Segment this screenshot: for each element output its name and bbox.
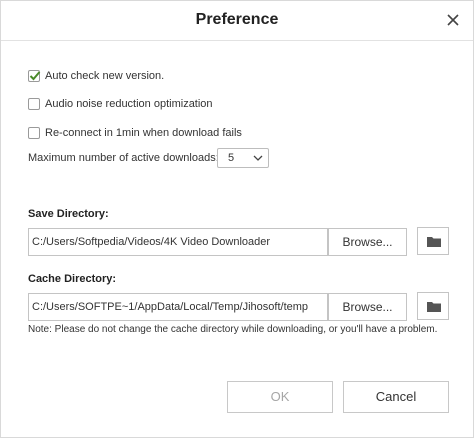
- option-auto-check[interactable]: Auto check new version.: [28, 70, 164, 82]
- ok-button[interactable]: OK: [227, 381, 333, 413]
- folder-icon: [427, 237, 441, 247]
- max-downloads-value: 5: [228, 152, 235, 164]
- cancel-button[interactable]: Cancel: [343, 381, 449, 413]
- reconnect-checkbox[interactable]: [28, 127, 40, 139]
- option-noise-reduction[interactable]: Audio noise reduction optimization: [28, 98, 213, 110]
- save-directory-input[interactable]: C:/Users/Softpedia/Videos/4K Video Downl…: [28, 228, 328, 256]
- auto-check-checkbox[interactable]: [28, 70, 41, 82]
- cache-directory-input[interactable]: C:/Users/SOFTPE~1/AppData/Local/Temp/Jih…: [28, 293, 328, 321]
- dialog-title: Preference: [195, 11, 279, 28]
- cache-note: Note: Please do not change the cache dir…: [28, 324, 438, 335]
- save-open-folder-button[interactable]: [417, 227, 449, 255]
- close-icon[interactable]: [443, 10, 463, 30]
- title-bar: Preference: [1, 1, 473, 41]
- preference-dialog: Preference Auto check new version. Audio…: [0, 0, 474, 438]
- check-icon: [29, 71, 41, 81]
- noise-reduction-checkbox[interactable]: [28, 98, 40, 110]
- save-browse-button[interactable]: Browse...: [328, 228, 407, 256]
- max-downloads-row: Maximum number of active downloads:: [28, 152, 219, 164]
- auto-check-label: Auto check new version.: [45, 70, 165, 82]
- save-directory-label: Save Directory:: [28, 208, 109, 220]
- noise-reduction-label: Audio noise reduction optimization: [45, 98, 213, 110]
- max-downloads-label: Maximum number of active downloads:: [28, 152, 219, 164]
- reconnect-label: Re-connect in 1min when download fails: [45, 127, 242, 139]
- option-reconnect[interactable]: Re-connect in 1min when download fails: [28, 127, 242, 139]
- chevron-down-icon: [253, 155, 263, 161]
- folder-icon: [427, 302, 441, 312]
- cache-directory-label: Cache Directory:: [28, 273, 117, 285]
- cache-open-folder-button[interactable]: [417, 292, 449, 320]
- max-downloads-select[interactable]: 5: [217, 148, 269, 168]
- cache-browse-button[interactable]: Browse...: [328, 293, 407, 321]
